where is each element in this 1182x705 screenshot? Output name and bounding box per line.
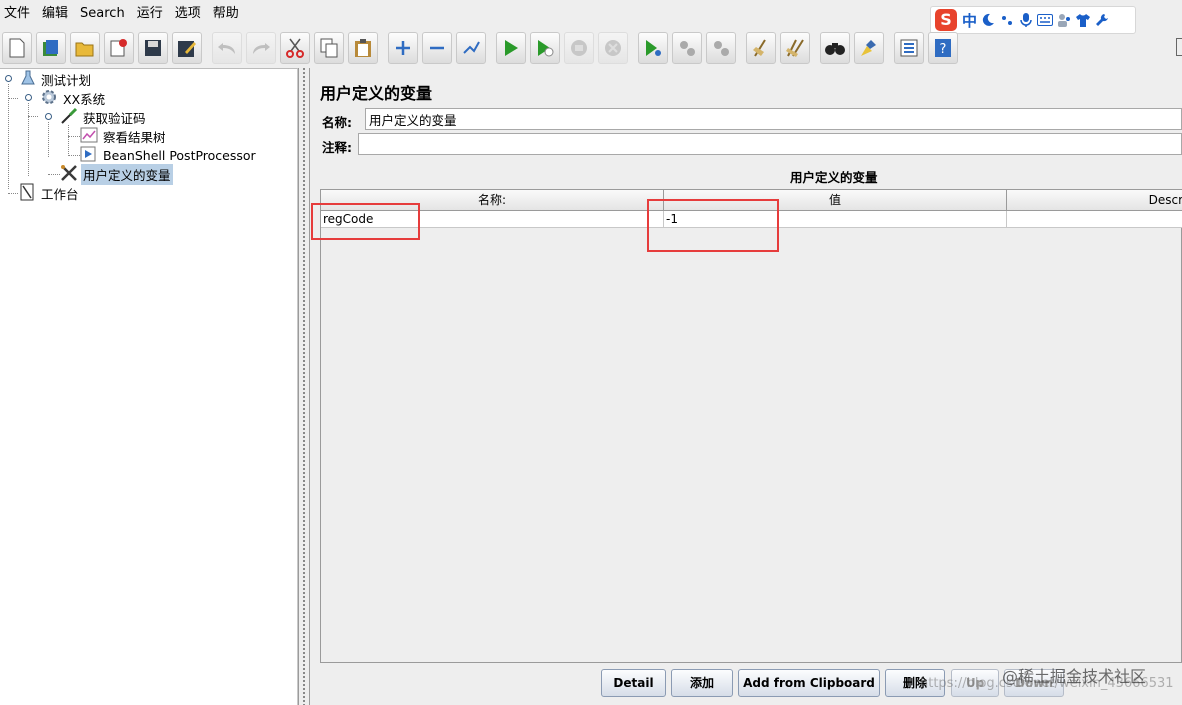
help-icon[interactable]: ? [928, 32, 958, 64]
copy-icon[interactable] [314, 32, 344, 64]
remote-start-icon[interactable] [638, 32, 668, 64]
menu-help[interactable]: 帮助 [207, 0, 245, 28]
undo-icon[interactable] [212, 32, 242, 64]
tree-label-workbench: 工作台 [41, 186, 79, 202]
highlight-box-value [647, 199, 779, 252]
cell-variable-description[interactable] [1007, 211, 1182, 228]
open-icon[interactable] [70, 32, 100, 64]
svg-text:?: ? [940, 42, 947, 57]
test-plan-tree: 测试计划 XX系统 获取验证码 察看结果树 BeanShell PostProc… [0, 68, 298, 705]
skin-shirt-icon[interactable] [1075, 12, 1091, 28]
menu-file[interactable]: 文件 [0, 0, 36, 28]
cut-icon[interactable] [280, 32, 310, 64]
tree-toggle-test-plan[interactable] [5, 75, 12, 82]
keyboard-icon[interactable] [1037, 12, 1054, 28]
tree-node-listener[interactable]: 察看结果树 [80, 127, 168, 145]
tree-node-workbench[interactable]: 工作台 [20, 183, 81, 204]
remote-stop-icon[interactable] [672, 32, 702, 64]
sogou-logo-icon[interactable]: S [935, 9, 957, 31]
menu-options[interactable]: 选项 [169, 0, 207, 28]
collapse-icon[interactable] [422, 32, 452, 64]
pipette-icon [60, 107, 78, 128]
save-icon[interactable] [138, 32, 168, 64]
templates-icon[interactable] [36, 32, 66, 64]
gear-icon [40, 88, 58, 109]
comment-field[interactable] [358, 133, 1182, 155]
add-button[interactable]: 添加 [671, 669, 733, 697]
remote-exit-icon[interactable] [706, 32, 736, 64]
wrench-settings-icon[interactable] [1094, 12, 1110, 28]
name-field[interactable] [365, 108, 1182, 130]
flask-icon [20, 70, 36, 89]
page-title: 用户定义的变量 [320, 84, 433, 103]
ime-lang-toggle[interactable]: 中 [962, 10, 977, 31]
add-from-clipboard-button[interactable]: Add from Clipboard [738, 669, 880, 697]
detail-button[interactable]: Detail [601, 669, 666, 697]
search-icon[interactable] [820, 32, 850, 64]
highlight-box-name [311, 203, 420, 240]
tree-node-postprocessor[interactable]: BeanShell PostProcessor [80, 146, 258, 164]
postprocessor-icon [80, 146, 98, 165]
clear-all-icon[interactable] [780, 32, 810, 64]
menu-search[interactable]: Search [74, 0, 131, 28]
toggle-icon[interactable] [456, 32, 486, 64]
comment-field-label: 注释: [322, 140, 352, 155]
reset-search-icon[interactable] [854, 32, 884, 64]
variables-table: 名称: 值 Descr regCode -1 [320, 189, 1182, 663]
menu-run[interactable]: 运行 [131, 0, 169, 28]
tree-node-sampler[interactable]: 获取验证码 [60, 107, 148, 128]
tree-label-test-plan: 测试计划 [41, 72, 92, 88]
column-header-description[interactable]: Descr [1007, 190, 1182, 211]
toolbar-edge [1176, 38, 1182, 56]
split-pane-divider[interactable] [298, 68, 310, 705]
tree-toggle-thread-group[interactable] [25, 94, 32, 101]
clear-icon[interactable] [746, 32, 776, 64]
user-group-icon[interactable] [1056, 12, 1072, 28]
function-helper-icon[interactable] [894, 32, 924, 64]
close-icon[interactable] [104, 32, 134, 64]
workbench-icon [20, 183, 36, 204]
redo-icon[interactable] [246, 32, 276, 64]
expand-icon[interactable] [388, 32, 418, 64]
start-icon[interactable] [496, 32, 526, 64]
paste-icon[interactable] [348, 32, 378, 64]
chart-listener-icon [80, 127, 98, 146]
tree-label-sampler: 获取验证码 [83, 110, 146, 126]
punctuation-icon[interactable] [999, 12, 1015, 28]
stop-icon[interactable] [564, 32, 594, 64]
main-toolbar: ? [0, 30, 1182, 66]
name-field-label: 名称: [322, 115, 352, 130]
tree-label-postprocessor: BeanShell PostProcessor [103, 147, 256, 163]
element-config-panel: 用户定义的变量 名称: 注释: 用户定义的变量 名称: 值 Descr regC… [310, 68, 1182, 705]
wrench-config-icon [60, 164, 78, 185]
tree-node-test-plan[interactable]: 测试计划 [20, 70, 93, 88]
save-as-icon[interactable] [172, 32, 202, 64]
juejin-watermark: @稀土掘金技术社区 [1002, 667, 1147, 686]
menu-edit[interactable]: 编辑 [36, 0, 74, 28]
tree-label-listener: 察看结果树 [103, 129, 166, 145]
tree-node-thread-group[interactable]: XX系统 [40, 89, 107, 107]
start-no-pause-icon[interactable] [530, 32, 560, 64]
moon-icon[interactable] [980, 12, 996, 28]
table-title: 用户定义的变量 [790, 170, 878, 185]
tree-label-thread-group: XX系统 [63, 91, 106, 107]
shutdown-icon[interactable] [598, 32, 628, 64]
tree-label-config: 用户定义的变量 [81, 163, 173, 185]
microphone-icon[interactable] [1018, 12, 1034, 28]
tree-toggle-sampler[interactable] [45, 113, 52, 120]
tree-node-config[interactable]: 用户定义的变量 [60, 163, 173, 185]
new-icon[interactable] [2, 32, 32, 64]
